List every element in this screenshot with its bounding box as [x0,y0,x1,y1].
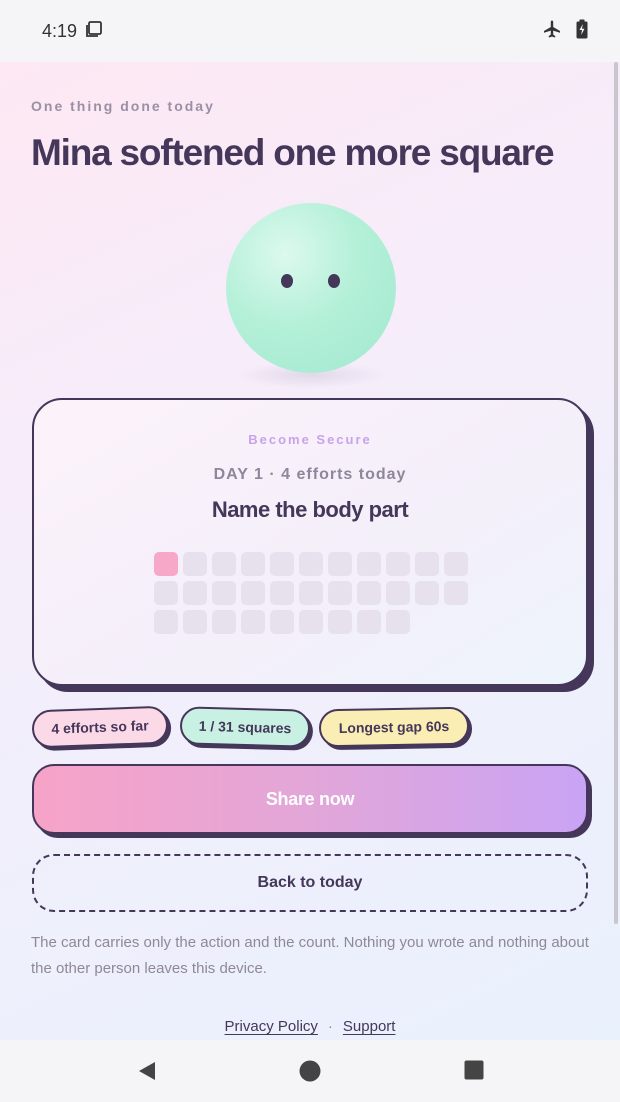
progress-square [415,552,439,576]
card-day-line: DAY 1 · 4 efforts today [213,466,407,483]
progress-square [328,581,352,605]
support-link[interactable]: Support [343,1018,396,1035]
footer-links: Privacy Policy · Support [0,1018,620,1035]
progress-square [212,581,236,605]
progress-square-done [154,552,178,576]
back-to-today-button[interactable]: Back to today [32,854,588,912]
airplane-icon [542,19,562,44]
progress-square [299,581,323,605]
progress-square [270,552,294,576]
progress-square [444,581,468,605]
progress-square [357,552,381,576]
gap-chip: Longest gap 60s [318,706,470,748]
progress-square [270,581,294,605]
page-title: Mina softened one more square [31,132,555,173]
progress-square [357,581,381,605]
progress-square [212,552,236,576]
home-icon[interactable] [299,1060,321,1087]
screenshot-icon [85,20,103,43]
progress-square [386,552,410,576]
progress-square [154,610,178,634]
progress-square [241,581,265,605]
progress-square [299,610,323,634]
footer-separator: · [327,1018,333,1035]
mascot-blob [226,203,396,373]
status-time: 4:19 [42,20,78,41]
progress-square [386,581,410,605]
back-icon[interactable] [136,1060,158,1087]
squares-chip: 1 / 31 squares [179,706,311,748]
status-left: 4:19 [42,20,103,43]
progress-square [183,610,207,634]
card-task-title: Name the body part [211,497,409,522]
progress-square [241,552,265,576]
share-now-button[interactable]: Share now [32,764,588,834]
efforts-chip: 4 efforts so far [31,705,169,749]
share-card: Become Secure DAY 1 · 4 efforts today Na… [32,398,588,686]
status-bar: 4:19 [0,0,620,62]
battery-charging-icon [576,19,588,44]
progress-square [212,610,236,634]
progress-squares-grid [154,552,474,634]
progress-square [241,610,265,634]
progress-square [154,581,178,605]
progress-square [328,552,352,576]
progress-square [415,581,439,605]
progress-square [328,610,352,634]
status-right [542,19,588,44]
progress-square [183,581,207,605]
eyebrow-label: One thing done today [31,98,215,114]
recents-icon[interactable] [464,1060,484,1085]
gap-chip-label: Longest gap 60s [338,718,450,736]
mascot-eye-right [328,274,340,288]
progress-square [357,610,381,634]
efforts-chip-label: 4 efforts so far [51,717,149,737]
privacy-policy-link[interactable]: Privacy Policy [225,1018,318,1035]
progress-square [183,552,207,576]
progress-square [444,552,468,576]
progress-square [270,610,294,634]
mascot-eye-left [281,274,293,288]
share-card-screen: One thing done today Mina softened one m… [0,62,620,1040]
progress-square [299,552,323,576]
card-kicker: Become Secure [248,432,372,447]
scrollbar[interactable] [614,62,618,924]
squares-chip-label: 1 / 31 squares [198,717,292,737]
progress-square [386,610,410,634]
privacy-note: The card carries only the action and the… [31,934,589,977]
system-nav-bar [0,1040,620,1102]
